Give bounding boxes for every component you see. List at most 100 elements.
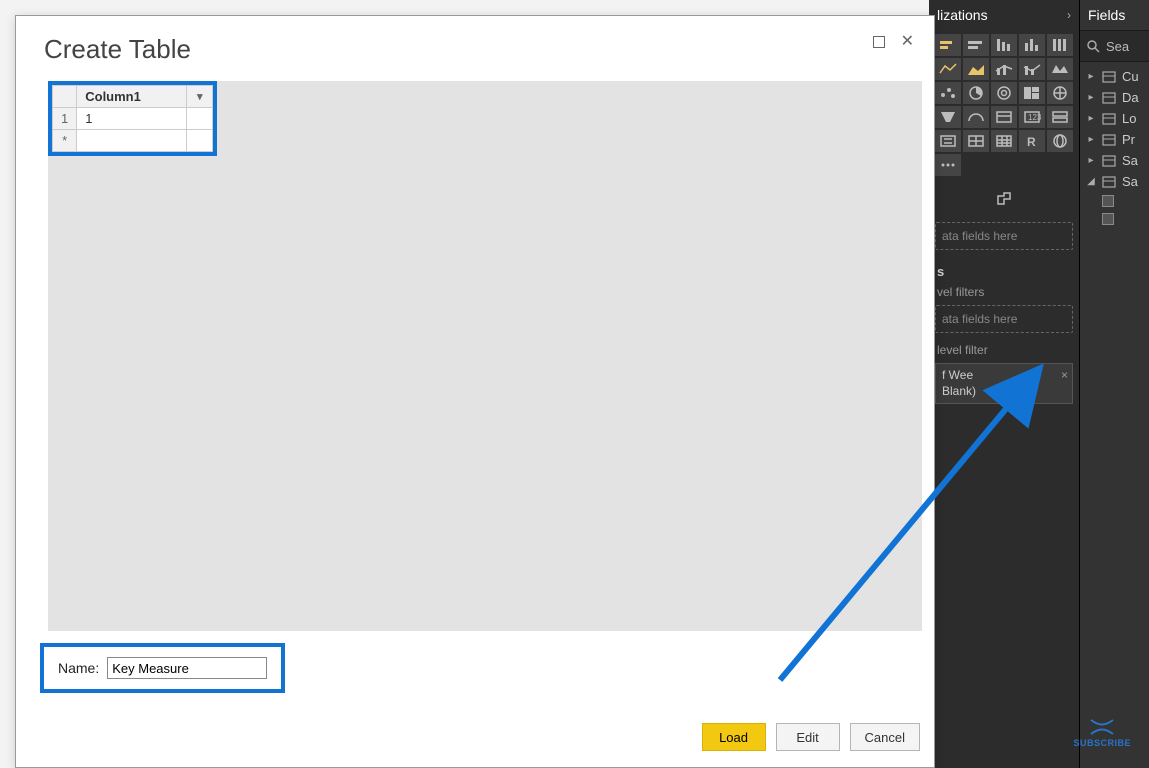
filter-chip-line1: f Wee <box>942 368 1066 384</box>
viz-donut-icon[interactable] <box>991 82 1017 104</box>
cell-r1c1[interactable]: 1 <box>77 108 187 130</box>
close-icon[interactable]: × <box>1061 368 1068 384</box>
viz-combo1-icon[interactable] <box>991 58 1017 80</box>
viz-globe-icon[interactable] <box>1047 130 1073 152</box>
field-column-2[interactable] <box>1080 210 1149 228</box>
cell-new-expand[interactable] <box>187 130 213 152</box>
viz-pie-icon[interactable] <box>963 82 989 104</box>
viz-card-icon[interactable] <box>991 106 1017 128</box>
field-table-cu[interactable]: ▸ Cu <box>1080 66 1149 87</box>
subscribe-label: SUBSCRIBE <box>1073 738 1131 748</box>
viz-clustered-bar-icon[interactable] <box>991 34 1017 56</box>
values-dropzone[interactable]: ata fields here <box>935 222 1073 250</box>
row-number: 1 <box>53 108 77 130</box>
right-panels: lizations › 123 <box>929 0 1149 768</box>
field-label: Cu <box>1122 69 1139 84</box>
table-preview[interactable]: Column1 ▾ 1 1 * <box>52 85 213 152</box>
chevron-right-icon: ▸ <box>1086 71 1096 82</box>
chevron-right-icon: ▸ <box>1086 155 1096 166</box>
svg-text:123: 123 <box>1028 113 1042 122</box>
load-button[interactable]: Load <box>702 723 766 751</box>
subscribe-badge[interactable]: SUBSCRIBE <box>1073 718 1131 748</box>
filter-chip[interactable]: × f Wee Blank) <box>935 363 1073 404</box>
checkbox-icon[interactable] <box>1102 195 1114 207</box>
viz-r-icon[interactable]: R <box>1019 130 1045 152</box>
fields-panel: Fields Sea ▸ Cu ▸ Da ▸Lo ▸ Pr ▸ Sa ◢ Sa <box>1079 0 1149 768</box>
viz-gauge-icon[interactable] <box>963 106 989 128</box>
fields-list: ▸ Cu ▸ Da ▸Lo ▸ Pr ▸ Sa ◢ Sa <box>1080 62 1149 232</box>
page-level-filters-label: level filter <box>929 339 1079 357</box>
chevron-right-icon: › <box>1067 8 1071 22</box>
table-icon <box>1102 92 1116 104</box>
viz-treemap-icon[interactable] <box>1019 82 1045 104</box>
viz-map-icon[interactable] <box>1047 82 1073 104</box>
viz-funnel-icon[interactable] <box>935 106 961 128</box>
table-icon <box>1102 71 1116 83</box>
corner-cell <box>53 86 77 108</box>
svg-text:R: R <box>1027 135 1036 149</box>
fields-title: Fields <box>1088 7 1125 23</box>
visualizations-title: lizations <box>937 7 988 23</box>
field-table-lo[interactable]: ▸Lo <box>1080 108 1149 129</box>
edit-button[interactable]: Edit <box>776 723 840 751</box>
viz-matrix-icon[interactable] <box>991 130 1017 152</box>
table-canvas: Column1 ▾ 1 1 * <box>48 81 922 631</box>
viz-clustered-column-icon[interactable] <box>1019 34 1045 56</box>
column-header[interactable]: Column1 <box>77 86 187 108</box>
viz-slicer-icon[interactable] <box>935 130 961 152</box>
viz-scatter-icon[interactable] <box>935 82 961 104</box>
viz-ribbon-icon[interactable] <box>1047 58 1073 80</box>
visualizations-panel: lizations › 123 <box>929 0 1079 768</box>
visual-level-filters-label: vel filters <box>929 281 1079 299</box>
dialog-buttons: Load Edit Cancel <box>702 723 920 751</box>
cell-r1-expand[interactable] <box>187 108 213 130</box>
viz-area-icon[interactable] <box>935 58 961 80</box>
viz-multirow-icon[interactable] <box>1047 106 1073 128</box>
table-icon <box>1102 113 1116 125</box>
table-name-input[interactable] <box>107 657 267 679</box>
field-table-da[interactable]: ▸ Da <box>1080 87 1149 108</box>
new-row-marker[interactable]: * <box>53 130 77 152</box>
cancel-button[interactable]: Cancel <box>850 723 920 751</box>
add-column-button[interactable]: ▾ <box>187 86 213 108</box>
field-label: Sa <box>1122 174 1138 189</box>
viz-more-icon[interactable] <box>935 154 961 176</box>
maximize-icon[interactable] <box>873 36 885 48</box>
viz-combo2-icon[interactable] <box>1019 58 1045 80</box>
fields-search[interactable]: Sea <box>1080 30 1149 62</box>
table-icon <box>1102 176 1116 188</box>
field-label: Da <box>1122 90 1139 105</box>
field-table-sa[interactable]: ▸ Sa <box>1080 150 1149 171</box>
viz-kpi-icon[interactable]: 123 <box>1019 106 1045 128</box>
table-icon <box>1102 155 1116 167</box>
field-table-sa-expanded[interactable]: ◢ Sa <box>1080 171 1149 192</box>
field-table-pr[interactable]: ▸ Pr <box>1080 129 1149 150</box>
filter-chip-line2: Blank) <box>942 384 1066 400</box>
fields-header[interactable]: Fields <box>1080 0 1149 30</box>
name-label: Name: <box>58 660 99 676</box>
viz-stacked-bar-icon[interactable] <box>935 34 961 56</box>
format-tab[interactable] <box>929 184 1079 216</box>
dialog-titlebar: Create Table ✕ <box>16 16 934 75</box>
table-icon <box>1102 134 1116 146</box>
field-label: Pr <box>1122 132 1135 147</box>
chevron-right-icon: ▸ <box>1086 134 1096 145</box>
field-label: Sa <box>1122 153 1138 168</box>
close-icon[interactable]: ✕ <box>901 34 914 50</box>
table-preview-highlight: Column1 ▾ 1 1 * <box>48 81 217 156</box>
viz-100-stacked-icon[interactable] <box>1047 34 1073 56</box>
search-placeholder: Sea <box>1106 39 1129 54</box>
field-label: Lo <box>1122 111 1136 126</box>
field-column-1[interactable] <box>1080 192 1149 210</box>
filters-section-title: s <box>929 256 1079 281</box>
cell-new-c1[interactable] <box>77 130 187 152</box>
visual-filters-dropzone[interactable]: ata fields here <box>935 305 1073 333</box>
chevron-right-icon: ▸ <box>1086 92 1096 103</box>
chevron-down-icon: ◢ <box>1086 176 1096 187</box>
viz-stacked-bar-h-icon[interactable] <box>963 34 989 56</box>
visualizations-header[interactable]: lizations › <box>929 0 1079 30</box>
checkbox-icon[interactable] <box>1102 213 1114 225</box>
viz-table-icon[interactable] <box>963 130 989 152</box>
dna-icon <box>1087 718 1117 736</box>
viz-line-icon[interactable] <box>963 58 989 80</box>
